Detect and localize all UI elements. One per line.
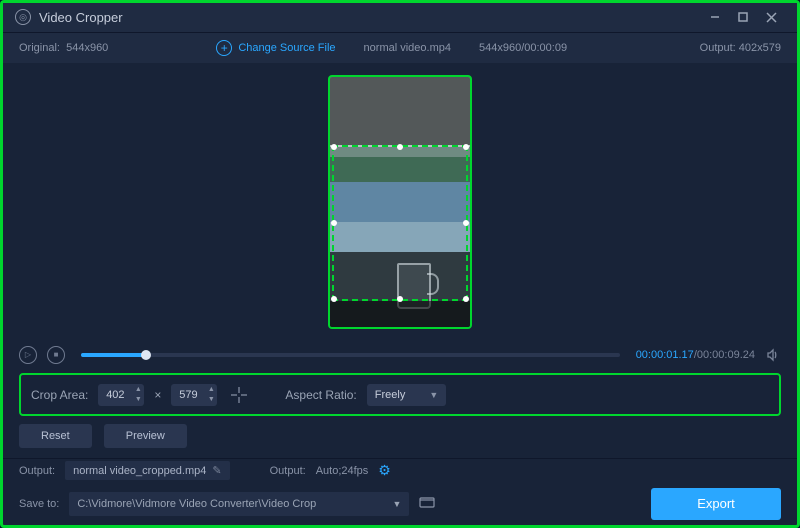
height-up[interactable]: ▲ [205,385,217,395]
crop-rectangle[interactable] [332,145,468,301]
crop-handle-tr[interactable] [463,144,469,150]
time-current: 00:00:01.17 [636,349,694,361]
window-title: Video Cropper [39,10,123,25]
close-button[interactable] [757,3,785,31]
crop-handle-bc[interactable] [397,296,403,302]
export-button[interactable]: Export [651,488,781,520]
crop-handle-mr[interactable] [463,220,469,226]
preview-button[interactable]: Preview [104,424,187,448]
stop-button[interactable]: ■ [47,346,65,364]
video-frame[interactable] [328,75,472,329]
save-to-label: Save to: [19,498,59,510]
crop-height-input[interactable]: ▲▼ [171,384,217,406]
height-down[interactable]: ▼ [205,395,217,405]
source-filename: normal video.mp4 [364,42,451,54]
width-down[interactable]: ▼ [132,395,144,405]
seek-progress [81,353,146,357]
crop-width-input[interactable]: ▲▼ [98,384,144,406]
crop-controls: Crop Area: ▲▼ × ▲▼ Aspect Ratio: Freely … [19,373,781,415]
reset-button[interactable]: Reset [19,424,92,448]
preview-area [3,63,797,341]
original-label: Original: 544x960 [19,42,108,54]
seek-slider[interactable] [81,353,620,357]
time-display: 00:00:01.17/00:00:09.24 [636,349,755,361]
edit-icon[interactable]: ✎ [212,464,221,477]
output-filename: normal video_cropped.mp4 [73,465,206,477]
aspect-ratio-label: Aspect Ratio: [285,388,356,402]
output-format-value: Auto;24fps [316,465,369,477]
volume-icon[interactable] [765,347,781,363]
change-source-button[interactable]: + Change Source File [216,40,335,56]
crop-handle-bl[interactable] [331,296,337,302]
crop-width-field[interactable] [98,389,132,401]
output-dims-label: Output: 402x579 [700,42,781,54]
maximize-button[interactable] [729,3,757,31]
output-file-label: Output: [19,465,55,477]
crop-handle-tl[interactable] [331,144,337,150]
crop-dim-top [330,77,470,145]
app-logo-icon: ◎ [15,9,31,25]
play-button[interactable]: ▷ [19,346,37,364]
center-crop-icon[interactable] [227,383,251,407]
crop-height-field[interactable] [171,389,205,401]
minimize-button[interactable] [701,3,729,31]
output-dims: 402x579 [739,42,781,54]
source-meta: 544x960/00:00:09 [479,42,567,54]
original-dims: 544x960 [66,42,108,54]
save-path: C:\Vidmore\Vidmore Video Converter\Video… [77,498,316,510]
change-source-label: Change Source File [238,42,335,54]
open-folder-icon[interactable] [419,496,435,511]
save-path-select[interactable]: C:\Vidmore\Vidmore Video Converter\Video… [69,492,409,516]
crop-handle-tc[interactable] [397,144,403,150]
chevron-down-icon: ▼ [429,390,438,400]
crop-dim-bottom [330,301,470,327]
crop-times: × [154,388,161,402]
crop-handle-ml[interactable] [331,220,337,226]
aspect-ratio-select[interactable]: Freely ▼ [367,384,446,406]
width-up[interactable]: ▲ [132,385,144,395]
crop-handle-br[interactable] [463,296,469,302]
time-total: 00:00:09.24 [697,349,755,361]
aspect-ratio-value: Freely [375,389,406,401]
seek-knob[interactable] [141,350,151,360]
output-format-label: Output: [270,465,306,477]
chevron-down-icon: ▼ [392,499,401,509]
plus-circle-icon: + [216,40,232,56]
output-filename-field[interactable]: normal video_cropped.mp4 ✎ [65,461,230,480]
settings-gear-icon[interactable]: ⚙ [378,462,391,479]
crop-area-label: Crop Area: [31,388,88,402]
